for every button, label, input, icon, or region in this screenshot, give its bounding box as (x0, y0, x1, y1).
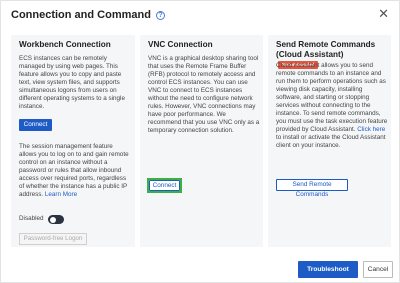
cancel-button[interactable]: Cancel (363, 261, 393, 278)
vnc-connect-button[interactable]: Connect (149, 180, 180, 191)
click-here-link[interactable]: Click here (357, 126, 385, 133)
dialog-title-text: Connection and Command (11, 9, 151, 21)
session-management-toggle[interactable] (48, 215, 64, 224)
question-circle-icon[interactable]: ? (156, 11, 166, 20)
send-remote-commands-button[interactable]: Send Remote Commands (276, 179, 348, 198)
learn-more-link[interactable]: Learn More (45, 191, 77, 198)
workbench-description: ECS instances can be remotely managed by… (19, 55, 125, 111)
workbench-connect-button[interactable]: Connect (19, 119, 52, 131)
toggle-knob (50, 216, 56, 223)
dialog-header: Connection and Command ? ✕ (1, 1, 399, 31)
workbench-panel: Workbench Connection ECS instances can b… (11, 35, 135, 247)
vnc-title: VNC Connection (148, 40, 213, 49)
vnc-panel: VNC Connection VNC is a graphical deskto… (140, 35, 263, 247)
close-icon[interactable]: ✕ (378, 7, 389, 20)
workbench-title: Workbench Connection (19, 40, 111, 49)
session-management-description: The session management feature allows yo… (19, 143, 129, 199)
troubleshoot-button[interactable]: Troubleshoot (298, 261, 358, 278)
remote-commands-panel: Send Remote Commands (Cloud Assistant) R… (268, 35, 391, 247)
vnc-description: VNC is a graphical desktop sharing tool … (148, 55, 260, 135)
dialog-title: Connection and Command ? (11, 9, 166, 21)
password-free-logon-button[interactable]: Password-free Logon (19, 233, 87, 245)
remote-commands-description: Cloud Assistant allows you to send remot… (276, 62, 388, 150)
connection-dialog: Connection and Command ? ✕ Workbench Con… (0, 0, 400, 283)
session-toggle-label: Disabled (19, 215, 44, 222)
